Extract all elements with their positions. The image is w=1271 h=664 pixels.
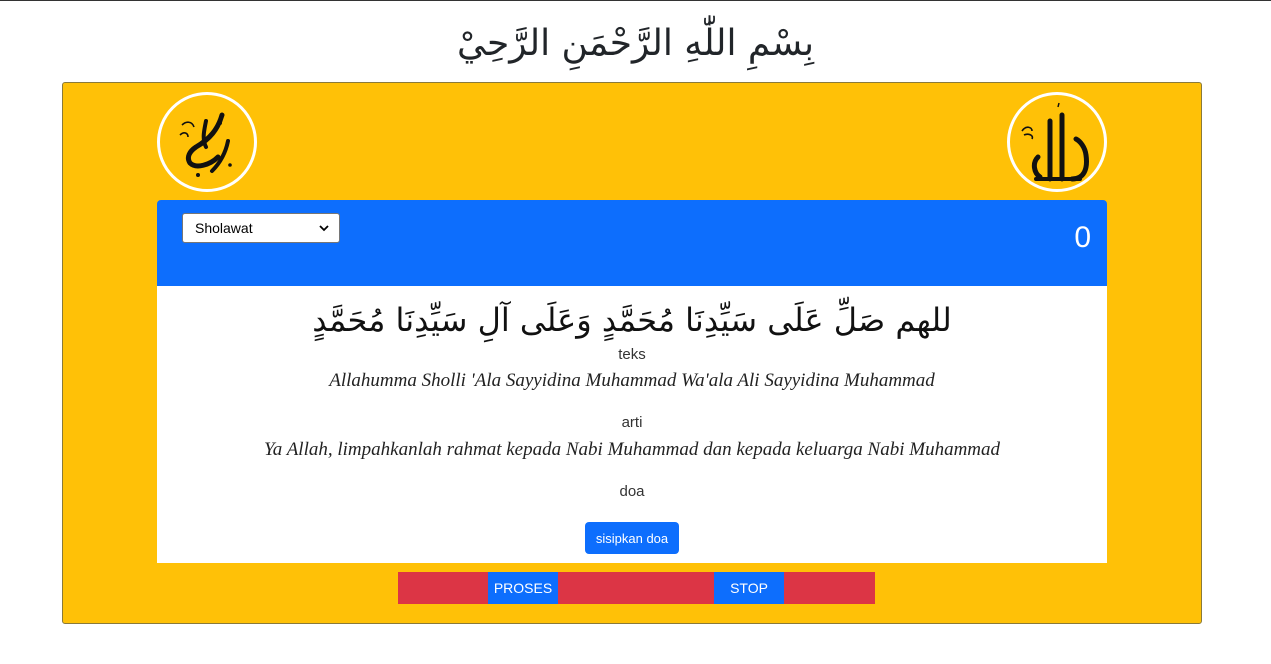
proses-button[interactable]: PROSES bbox=[488, 572, 558, 604]
counter-value: 0 bbox=[1074, 221, 1091, 254]
teks-value: Allahumma Sholli 'Ala Sayyidina Muhammad… bbox=[329, 370, 935, 391]
allah-calligraphy-icon bbox=[1007, 92, 1107, 192]
arabic-text: للهم صَلِّ عَلَى سَيِّدِنَا مُحَمَّدٍ وَ… bbox=[312, 301, 952, 339]
insert-doa-button[interactable]: sisipkan doa bbox=[585, 522, 679, 554]
page-title: بِسْمِ اللّٰهِ الرَّحْمَنِ الرَّحِيْ bbox=[456, 23, 814, 64]
arti-label: arti bbox=[621, 414, 643, 431]
teks-label: teks bbox=[618, 346, 646, 363]
top-border bbox=[0, 0, 1271, 1]
sholawat-header-panel: Sholawat 0 bbox=[157, 200, 1107, 286]
stop-button[interactable]: STOP bbox=[714, 572, 784, 604]
chevron-down-icon bbox=[319, 225, 329, 232]
sholawat-content-panel: للهم صَلِّ عَلَى سَيِّدِنَا مُحَمَّدٍ وَ… bbox=[157, 286, 1107, 563]
main-card: Sholawat 0 للهم صَلِّ عَلَى سَيِّدِنَا م… bbox=[62, 82, 1202, 624]
sholawat-select[interactable]: Sholawat bbox=[182, 213, 340, 243]
arti-value: Ya Allah, limpahkanlah rahmat kepada Nab… bbox=[263, 439, 1001, 460]
doa-label: doa bbox=[619, 483, 645, 500]
muhammad-calligraphy-icon bbox=[157, 92, 257, 192]
sholawat-select-value: Sholawat bbox=[195, 220, 253, 236]
control-bar: PROSES STOP bbox=[398, 572, 875, 604]
